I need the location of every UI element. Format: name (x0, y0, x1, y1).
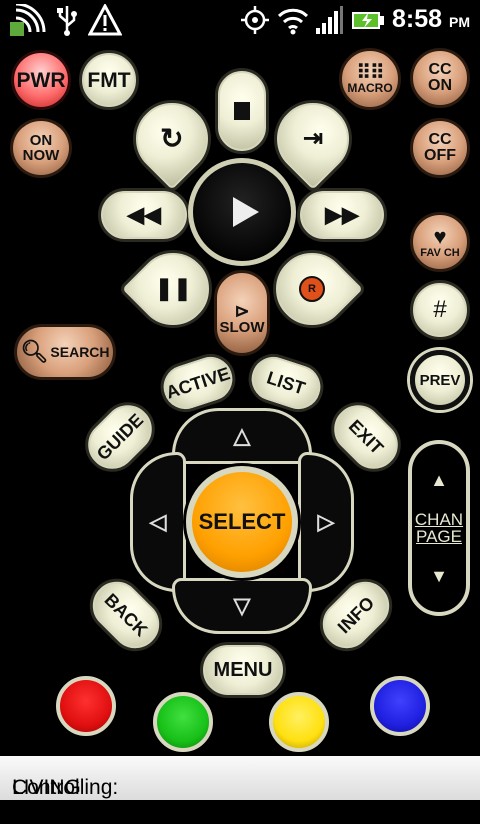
blue-button[interactable] (370, 676, 430, 736)
gps-icon (240, 4, 270, 43)
pause-icon: ❚❚ (154, 276, 192, 301)
dpad-up-button[interactable]: △ (172, 408, 312, 464)
heart-icon: ♥ (433, 223, 447, 249)
controlling-bar[interactable]: Controlling: LIVING ROOM (0, 756, 480, 823)
stop-button[interactable] (215, 68, 269, 154)
red-button[interactable] (56, 676, 116, 736)
on-now-button[interactable]: ON NOW (10, 118, 72, 178)
search-icon: 🔍︎ (20, 339, 49, 364)
menu-button[interactable]: MENU (200, 642, 286, 698)
arrow-left-icon: ◁ (149, 509, 167, 534)
play-button[interactable] (188, 158, 296, 266)
keypad-grid-icon: ⠿⠿ (356, 62, 384, 84)
rewind-icon: ◀◀ (127, 202, 161, 227)
search-button[interactable]: 🔍︎ SEARCH (14, 324, 116, 380)
record-icon: R (299, 276, 325, 302)
select-button[interactable]: SELECT (186, 466, 298, 578)
status-bar: 8:58 PM (0, 0, 480, 38)
arrow-right-icon: ▷ (317, 509, 335, 534)
replay-icon: ↻ (160, 123, 184, 154)
channel-page-rocker[interactable]: ▲ CHAN PAGE ▼ (408, 440, 470, 616)
dpad-down-button[interactable]: ▽ (172, 578, 312, 634)
channel-up-icon[interactable]: ▲ (430, 471, 448, 489)
slow-motion-icon: ⊳ (234, 300, 250, 321)
fast-forward-icon: ▶▶ (325, 202, 359, 227)
wifi-icon (276, 4, 310, 43)
controlling-label: Controlling: LIVING ROOM (12, 776, 119, 823)
macro-button[interactable]: ⠿⠿ MACRO (339, 48, 401, 110)
play-icon (233, 197, 259, 227)
fast-forward-button[interactable]: ▶▶ (297, 188, 387, 242)
number-pad-button[interactable]: # (410, 280, 470, 340)
arrow-up-icon: △ (233, 423, 251, 448)
clock: 8:58 PM (392, 5, 470, 33)
format-button[interactable]: FMT (79, 50, 139, 110)
usb-icon (56, 4, 78, 43)
arrow-down-icon: ▽ (233, 593, 251, 618)
rewind-button[interactable]: ◀◀ (98, 188, 190, 242)
power-button[interactable]: PWR (11, 50, 71, 110)
previous-channel-button[interactable]: PREV (410, 350, 470, 410)
slow-button[interactable]: ⊳ SLOW (214, 270, 270, 356)
cc-on-button[interactable]: CC ON (410, 48, 470, 108)
wifi-notification-icon (8, 2, 48, 45)
warning-icon (87, 2, 123, 43)
green-button[interactable] (153, 692, 213, 752)
battery-icon (350, 4, 386, 43)
stop-icon (234, 102, 250, 120)
favorite-channel-button[interactable]: ♥ FAV CH (410, 212, 470, 272)
dpad-left-button[interactable]: ◁ (130, 452, 186, 592)
yellow-button[interactable] (269, 692, 329, 752)
room-name: LIVING ROOM (12, 776, 81, 823)
signal-icon (314, 4, 344, 43)
cc-off-button[interactable]: CC OFF (410, 118, 470, 178)
skip-icon: ⇥ (302, 124, 324, 152)
dpad-right-button[interactable]: ▷ (298, 452, 354, 592)
channel-down-icon[interactable]: ▼ (430, 567, 448, 585)
